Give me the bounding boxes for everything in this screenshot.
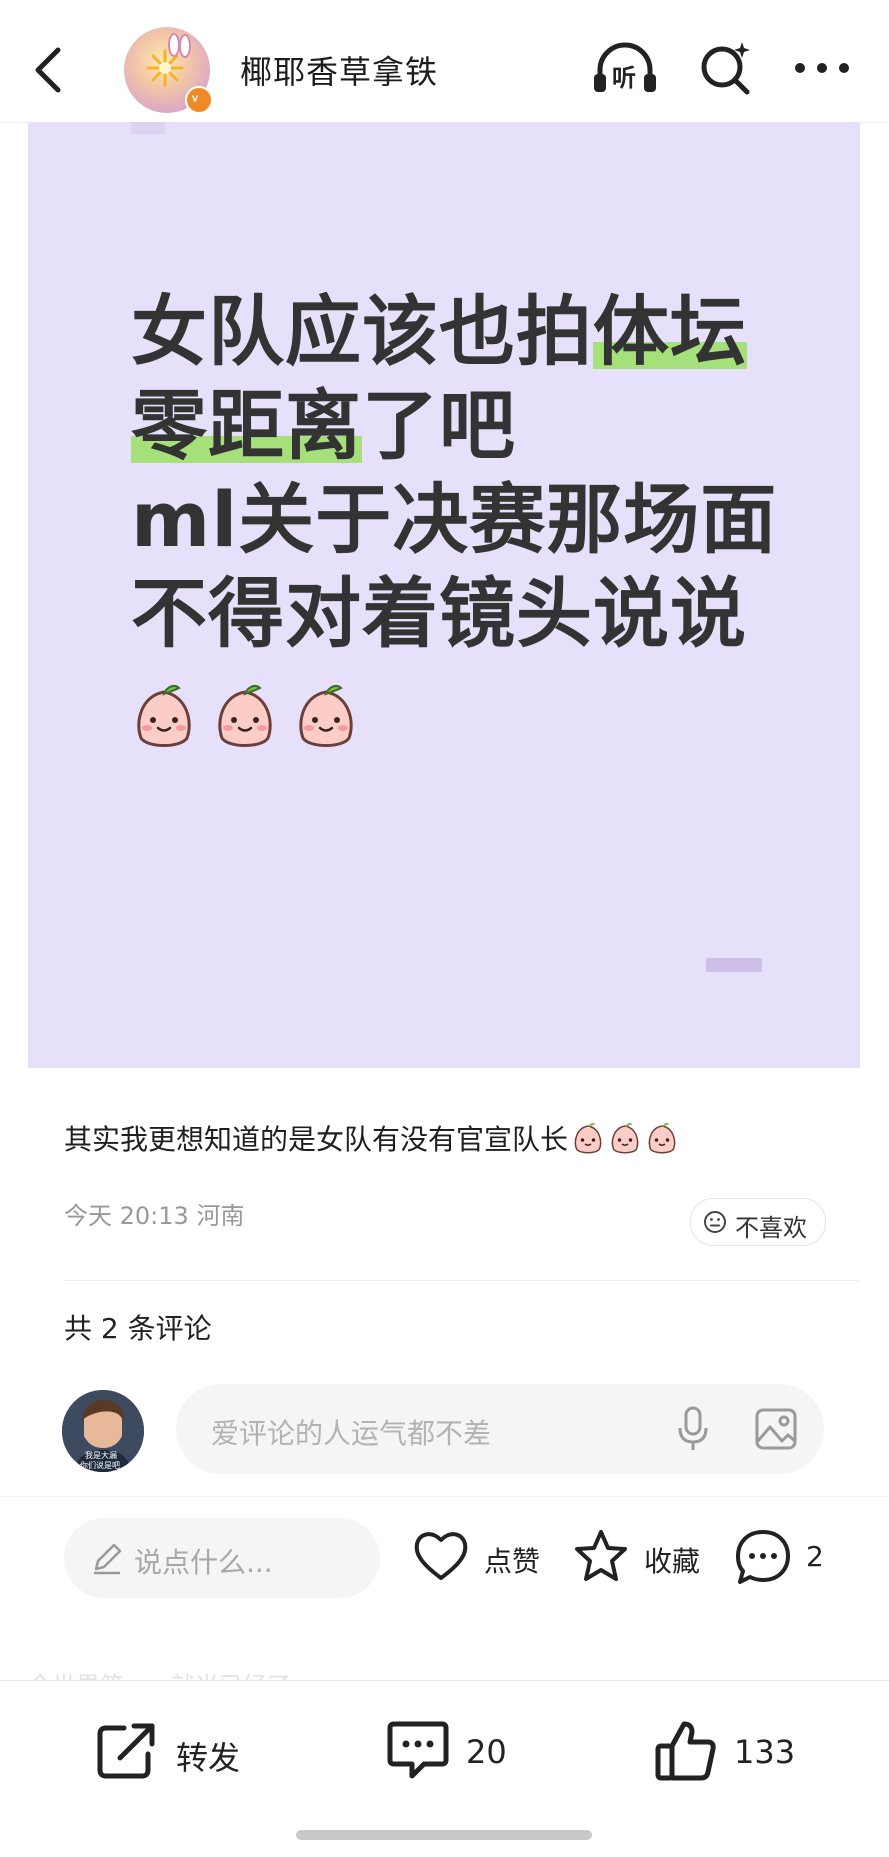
peach-face-emoji-icon [137, 685, 191, 747]
collect-label: 收藏 [644, 1545, 701, 1578]
svg-text:你们说是吧: 你们说是吧 [80, 1460, 120, 1470]
neutral-face-icon [704, 1211, 726, 1233]
collect-button[interactable]: 收藏 [572, 1528, 700, 1591]
listen-label: 听 [612, 64, 636, 92]
share-icon [97, 1723, 155, 1779]
say-something-input[interactable]: 说点什么... [64, 1518, 380, 1598]
heart-icon [414, 1532, 468, 1580]
bunny-ear-icon [168, 33, 191, 58]
share-button[interactable]: 转发 [96, 1720, 240, 1788]
peach-face-emoji-icon [611, 1123, 639, 1154]
divider [64, 1280, 860, 1281]
peach-emoji-row [131, 682, 369, 754]
peach-face-emoji-icon [574, 1123, 602, 1154]
search-sparkle-icon[interactable] [698, 40, 754, 96]
verified-badge-icon: v [185, 86, 213, 114]
top-navigation-bar: v 椰耶香草拿铁 听 [0, 0, 889, 123]
back-arrow-icon[interactable] [28, 42, 68, 98]
author-name[interactable]: 椰耶香草拿铁 [240, 47, 438, 93]
bottom-likes-count: 133 [734, 1733, 796, 1771]
comment-bubble-icon [736, 1530, 790, 1584]
star-icon [575, 1530, 627, 1581]
peach-face-emoji-icon [218, 685, 272, 747]
image-text-line-4: 不得对着镜头说说 [131, 569, 747, 658]
microphone-icon[interactable] [676, 1406, 710, 1452]
peach-face-emoji-icon [648, 1123, 676, 1154]
image-picker-icon[interactable] [754, 1407, 798, 1451]
comment-count-label: 2 [806, 1540, 824, 1573]
bottom-comments-count: 20 [466, 1733, 507, 1771]
comment-input-placeholder: 爱评论的人运气都不差 [211, 1417, 492, 1450]
say-something-placeholder: 说点什么... [134, 1546, 273, 1579]
post-caption: 其实我更想知道的是女队有没有官宣队长 [64, 1118, 679, 1158]
peach-face-emoji-icon [299, 685, 353, 747]
like-label: 点赞 [484, 1545, 541, 1578]
dislike-label: 不喜欢 [735, 1214, 807, 1242]
svg-text:v: v [192, 92, 198, 104]
comment-button[interactable]: 2 [734, 1528, 824, 1593]
my-avatar[interactable]: 我是大漏 你们说是吧 [62, 1390, 144, 1472]
post-image[interactable]: 女队应该也拍体坛 零距离了吧 ml关于决赛那场面 不得对着镜头说说 [28, 122, 860, 1068]
svg-text:我是大漏: 我是大漏 [85, 1450, 117, 1460]
share-label: 转发 [176, 1739, 241, 1777]
cartoon-man-avatar-icon: 我是大漏 你们说是吧 [62, 1390, 144, 1472]
dislike-button[interactable]: 不喜欢 [690, 1198, 826, 1246]
bottom-like-button[interactable]: 133 [654, 1720, 795, 1790]
comment-count-heading: 共 2 条评论 [64, 1312, 212, 1345]
like-button[interactable]: 点赞 [412, 1528, 540, 1591]
more-options-icon[interactable] [792, 58, 852, 78]
post-time: 今天 20:13 [64, 1202, 189, 1230]
pencil-icon [94, 1543, 122, 1575]
chat-bubble-icon [387, 1721, 449, 1779]
post-meta: 今天 20:13 河南 [64, 1196, 244, 1231]
post-location: 河南 [196, 1202, 245, 1230]
listen-headphones-icon[interactable]: 听 [590, 40, 660, 96]
home-indicator [296, 1830, 592, 1840]
image-corner-decoration [706, 958, 762, 972]
comment-input-field[interactable]: 爱评论的人运气都不差 [176, 1384, 824, 1474]
divider [0, 1496, 889, 1497]
image-tag-decoration [131, 122, 165, 134]
bottom-comments-button[interactable]: 20 [386, 1720, 507, 1790]
thumbs-up-icon [655, 1721, 716, 1781]
